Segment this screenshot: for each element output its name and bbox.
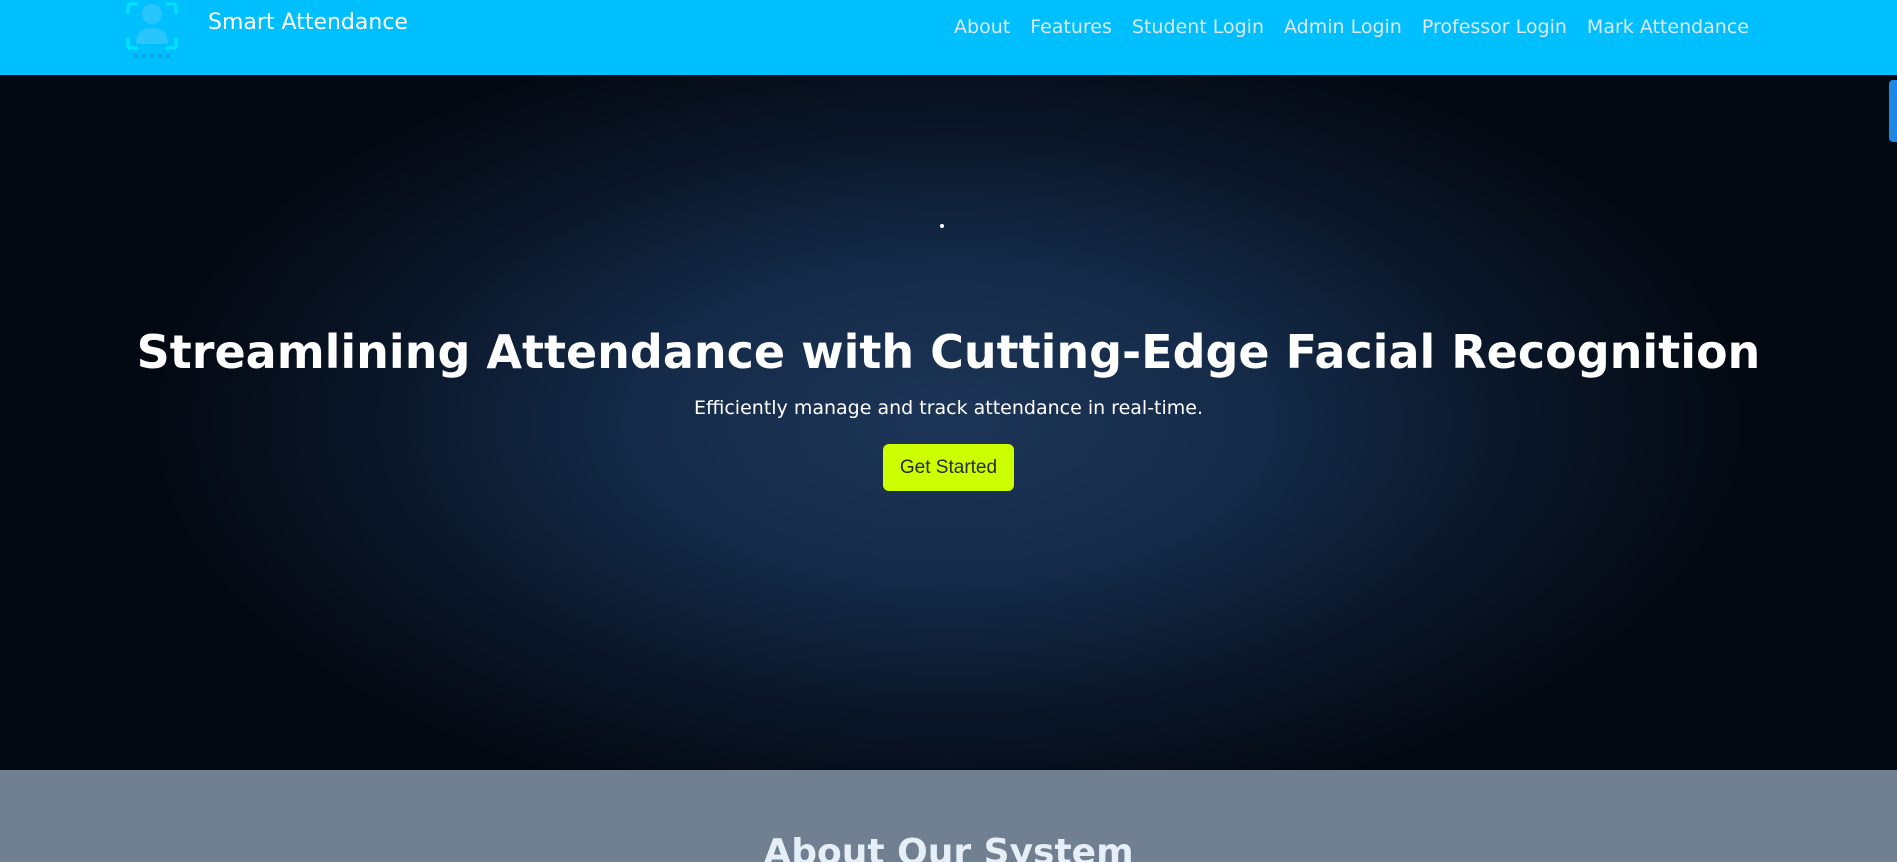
hero-section: Streamlining Attendance with Cutting-Edg… <box>0 75 1897 770</box>
scrollbar-thumb[interactable] <box>1889 80 1897 142</box>
hero-subtitle: Efficiently manage and track attendance … <box>693 397 1204 419</box>
nav-link-about[interactable]: About <box>954 16 1010 38</box>
face-recognition-logo-icon[interactable] <box>124 0 180 62</box>
nav-link-features[interactable]: Features <box>1030 16 1112 38</box>
about-section: About Our System <box>0 770 1897 862</box>
brand-name[interactable]: Smart Attendance <box>208 10 408 35</box>
nav-link-professor-login[interactable]: Professor Login <box>1422 16 1567 38</box>
nav-menu: About Features Student Login Admin Login… <box>954 16 1749 38</box>
nav-link-mark-attendance[interactable]: Mark Attendance <box>1587 16 1749 38</box>
nav-link-student-login[interactable]: Student Login <box>1132 16 1264 38</box>
nav-link-admin-login[interactable]: Admin Login <box>1284 16 1402 38</box>
about-title: About Our System <box>763 832 1134 862</box>
hero-title: Streamlining Attendance with Cutting-Edg… <box>136 325 1761 379</box>
decorative-dot <box>940 224 944 228</box>
top-navbar: Smart Attendance About Features Student … <box>0 0 1897 75</box>
get-started-button[interactable]: Get Started <box>883 444 1014 491</box>
